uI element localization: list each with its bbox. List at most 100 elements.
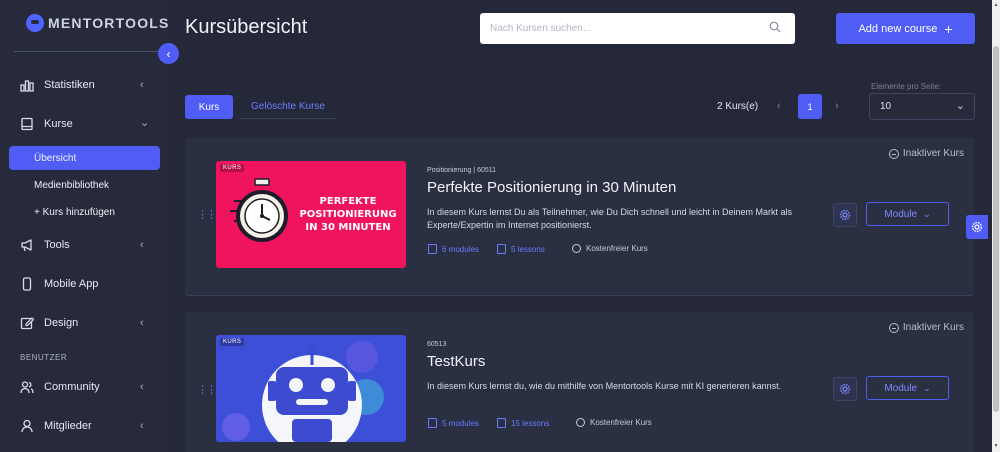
lessons-icon [497, 418, 506, 428]
megaphone-icon [21, 239, 32, 252]
minus-circle-icon [888, 148, 899, 159]
course-description: In diesem Kurs lernst du, wie du mithilf… [427, 381, 782, 391]
chevron-left-icon: ‹ [140, 317, 144, 329]
lessons-count: 5 lessons [497, 244, 545, 254]
search-box [480, 13, 795, 44]
price-label-text: Kostenfreier Kurs [586, 244, 648, 253]
modules-icon [428, 244, 437, 254]
course-meta: 60513 [427, 341, 447, 348]
sidebar-item-label: Kurse [44, 118, 73, 130]
module-button[interactable]: Module ⌄ [866, 202, 949, 226]
scroll-up-arrow[interactable]: ▲ [993, 2, 999, 8]
sidebar-item-label: Tools [44, 239, 70, 251]
scrollbar-thumb[interactable] [993, 46, 999, 412]
sidebar-subitem-medienbibliothek[interactable]: Medienbibliothek [9, 173, 160, 197]
sidebar-item-mobile-app[interactable]: Mobile App [0, 270, 168, 298]
tab-kurs[interactable]: Kurs [185, 95, 233, 119]
chevron-left-icon: ‹ [166, 46, 171, 61]
lessons-count-label: 15 lessons [511, 418, 550, 428]
gear-icon [839, 383, 851, 395]
course-title[interactable]: Perfekte Positionierung in 30 Minuten [427, 179, 676, 196]
per-page-value: 10 [880, 101, 892, 112]
thumbnail-title-line: POSITIONIERUNG [299, 209, 397, 220]
sidebar-item-label: Statistiken [44, 79, 95, 91]
dollar-icon [576, 418, 585, 427]
sidebar-subitem-uebersicht[interactable]: Übersicht [9, 146, 160, 170]
course-settings-button[interactable] [833, 377, 857, 401]
robot-illustration [222, 341, 384, 442]
course-thumbnail[interactable]: KURS [216, 335, 406, 442]
sidebar-subitem-kurs-hinzufuegen[interactable]: + Kurs hinzufügen [9, 200, 160, 224]
edit-icon [20, 317, 34, 330]
chevron-left-icon: ‹ [140, 420, 144, 432]
user-icon [21, 419, 33, 433]
thumbnail-title-line: IN 30 MINUTEN [305, 222, 391, 233]
sidebar-item-tools[interactable]: Tools ‹ [0, 231, 168, 259]
minus-circle-icon [888, 322, 899, 333]
scrollbar[interactable]: ▲ ▼ [992, 0, 1000, 452]
price-label: Kostenfreier Kurs [576, 418, 652, 427]
module-button-label: Module [884, 208, 918, 220]
sidebar-subitem-label: Medienbibliothek [34, 179, 110, 191]
status-label: Inaktiver Kurs [902, 148, 964, 159]
chevron-left-icon: ‹ [140, 79, 144, 91]
lessons-count-label: 5 lessons [511, 244, 545, 254]
scroll-down-arrow[interactable]: ▼ [993, 443, 999, 449]
sidebar-collapse-button[interactable]: ‹ [158, 43, 179, 64]
status-badge: Inaktiver Kurs [888, 322, 964, 333]
drag-handle-icon[interactable]: ⋮⋮ [197, 208, 217, 221]
chevron-left-icon: ‹ [140, 381, 144, 393]
sidebar-subitem-label: Übersicht [34, 152, 77, 164]
thumbnail-title: PERFEKTE POSITIONIERUNG IN 30 MINUTEN [294, 195, 402, 234]
sidebar-item-kurse[interactable]: Kurse ⌄ [0, 110, 168, 138]
gear-icon [971, 221, 983, 233]
thumbnail-title-line: PERFEKTE [319, 196, 377, 207]
sidebar-item-statistiken[interactable]: Statistiken ‹ [0, 71, 168, 99]
modules-icon [428, 418, 437, 428]
sidebar: MENTORTOOLS Statistiken ‹ Kurse ⌄ Übersi… [0, 0, 168, 452]
course-count: 2 Kurs(e) [717, 101, 759, 112]
add-new-course-button[interactable]: Add new course + [836, 13, 975, 44]
logo[interactable]: MENTORTOOLS [26, 14, 170, 32]
section-title-benutzer: BENUTZER [20, 353, 68, 362]
users-icon [20, 381, 34, 394]
per-page-label: Elemente pro Seite: [871, 82, 942, 91]
chevron-left-icon: ‹ [140, 239, 144, 251]
bar-chart-icon [20, 80, 34, 92]
logo-icon [26, 14, 44, 32]
sidebar-item-community[interactable]: Community ‹ [0, 373, 168, 401]
pagination-page-button[interactable]: 1 [798, 94, 822, 119]
chevron-down-icon: ⌄ [923, 208, 931, 219]
modules-count-label: 6 modules [442, 244, 479, 254]
drag-handle-icon[interactable]: ⋮⋮ [197, 383, 217, 396]
sidebar-item-mitglieder[interactable]: Mitglieder ‹ [0, 412, 168, 440]
pagination-prev-button[interactable]: ‹ [777, 100, 781, 112]
dollar-icon [572, 244, 581, 253]
search-input[interactable] [480, 13, 750, 44]
modules-count-label: 5 modules [442, 418, 479, 428]
tab-geloeschte-kurse[interactable]: Gelöschte Kurse [240, 95, 336, 119]
price-label-text: Kostenfreier Kurs [590, 418, 652, 427]
logo-text: MENTORTOOLS [48, 15, 170, 31]
floating-settings-button[interactable] [966, 215, 988, 239]
course-settings-button[interactable] [833, 203, 857, 227]
sidebar-item-label: Mobile App [44, 278, 99, 290]
module-button[interactable]: Module ⌄ [866, 376, 949, 400]
course-description: In diesem Kurs lernst Du als Teilnehmer,… [427, 207, 792, 230]
module-button-label: Module [884, 382, 918, 394]
sidebar-item-label: Community [44, 381, 100, 393]
pagination-next-button[interactable]: › [835, 100, 839, 112]
course-title[interactable]: TestKurs [427, 353, 485, 370]
gear-icon [839, 209, 851, 221]
course-tag: KURS [220, 164, 245, 172]
plus-icon: + [944, 20, 953, 37]
per-page-select[interactable]: 10 ⌄ [869, 93, 975, 120]
course-thumbnail[interactable]: KURS PERFEKTE POSITIONIERUNG IN 30 MINUT… [216, 161, 406, 268]
status-badge: Inaktiver Kurs [888, 148, 964, 159]
chevron-down-icon: ⌄ [923, 382, 931, 393]
sidebar-item-design[interactable]: Design ‹ [0, 309, 168, 337]
price-label: Kostenfreier Kurs [572, 244, 648, 253]
sidebar-subitem-label: + Kurs hinzufügen [34, 206, 115, 218]
search-icon[interactable] [769, 21, 781, 33]
lessons-count: 15 lessons [497, 418, 549, 428]
